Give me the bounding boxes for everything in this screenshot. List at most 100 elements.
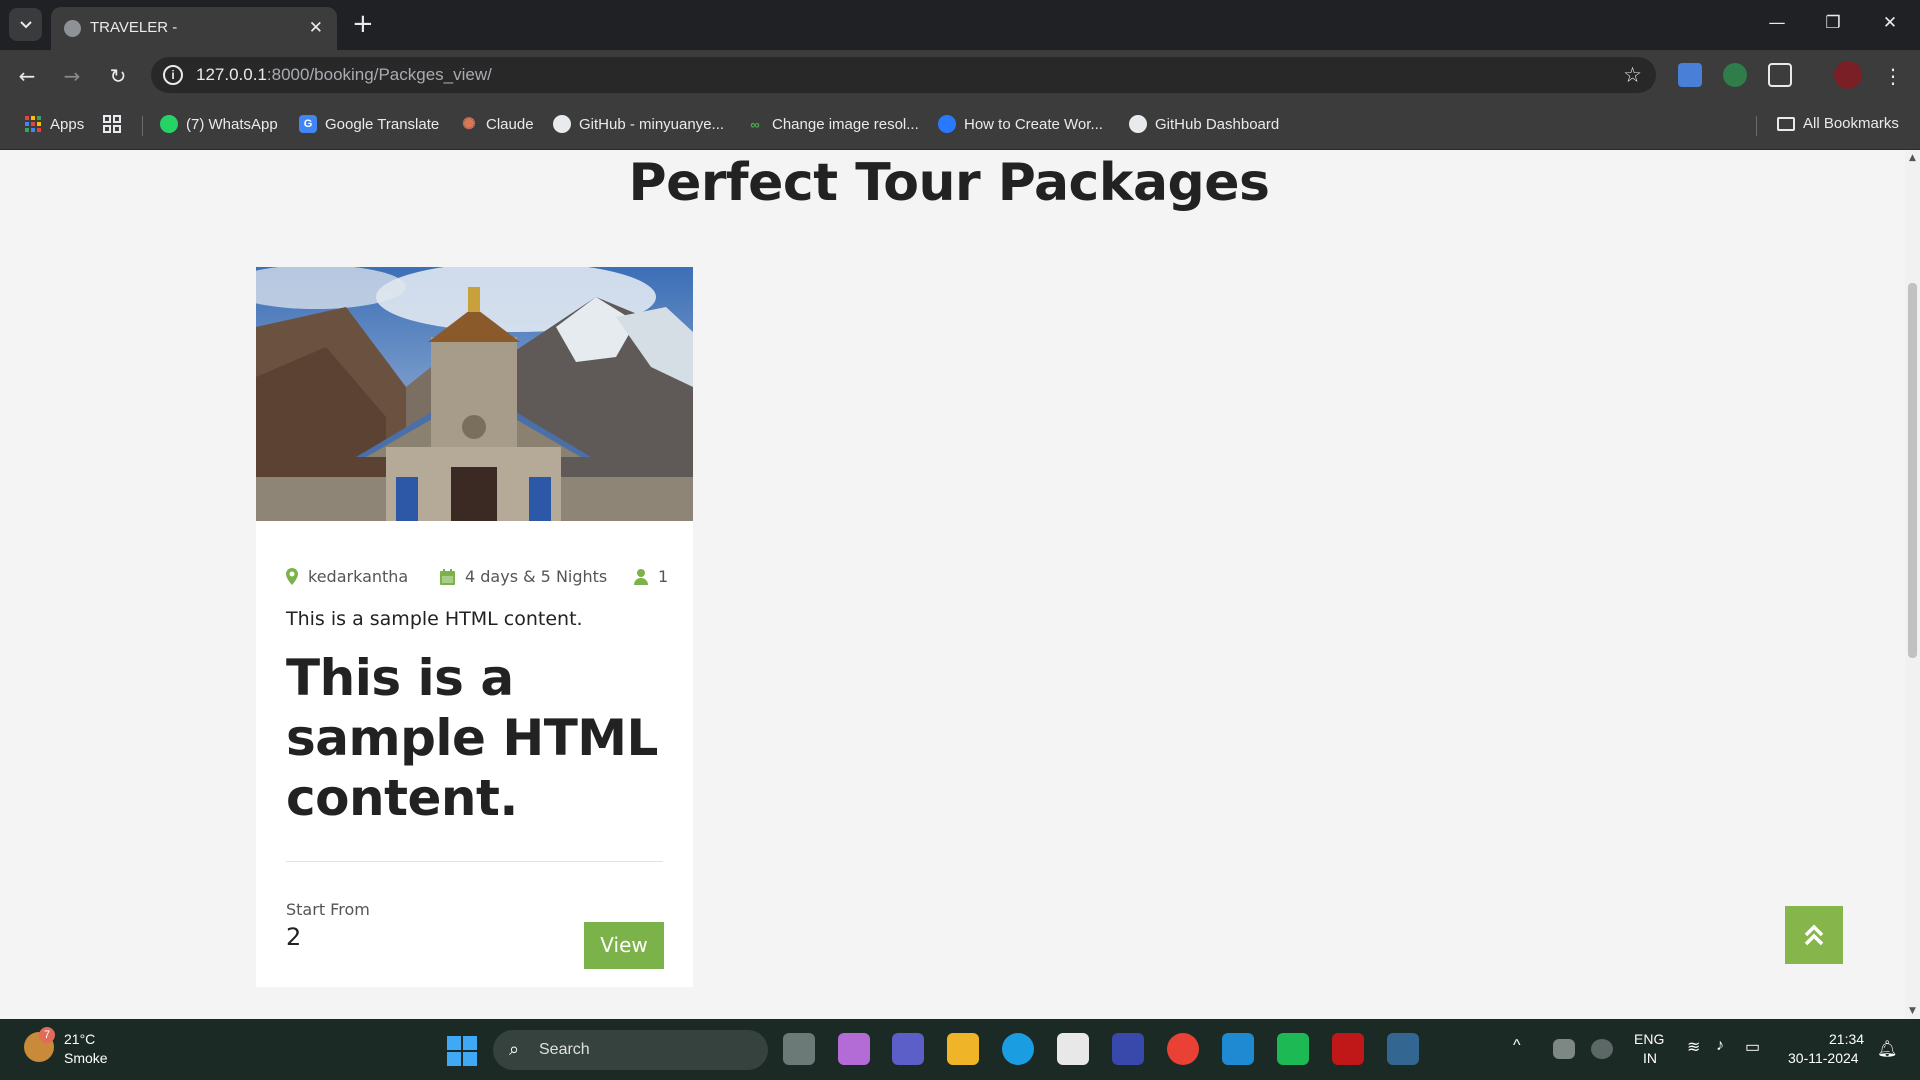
app-icon[interactable] bbox=[1112, 1033, 1144, 1065]
bookmark-label: Change image resol... bbox=[772, 115, 919, 133]
bookmark-whatsapp[interactable]: (7) WhatsApp bbox=[160, 115, 278, 133]
google-translate-extension-icon[interactable] bbox=[1678, 63, 1702, 87]
file-explorer-icon[interactable] bbox=[947, 1033, 979, 1065]
github-icon bbox=[1129, 115, 1147, 133]
bookmark-separator bbox=[1756, 116, 1757, 136]
bookmark-how-to-create[interactable]: How to Create Wor... bbox=[938, 115, 1103, 133]
show-hidden-icons-icon[interactable]: ^ bbox=[1513, 1037, 1521, 1055]
user-icon bbox=[634, 568, 648, 585]
price-value: 2 bbox=[286, 923, 302, 951]
weather-alert-badge: 7 bbox=[39, 1027, 55, 1043]
duration-text: 4 days & 5 Nights bbox=[465, 567, 608, 586]
double-chevron-up-icon bbox=[1804, 924, 1824, 946]
wifi-icon[interactable]: ≋ bbox=[1687, 1037, 1700, 1057]
temple-mountain-image bbox=[256, 267, 693, 521]
windows-taskbar: 7 21°C Smoke ⌕ Search ^ ENG IN ≋ ♪ ▭ 21:… bbox=[0, 1019, 1920, 1080]
postgresql-icon[interactable] bbox=[1387, 1033, 1419, 1065]
url-host: 127.0.0.1 bbox=[196, 65, 267, 84]
chat-app-icon[interactable] bbox=[1277, 1033, 1309, 1065]
task-view-icon[interactable] bbox=[783, 1033, 815, 1065]
volume-icon[interactable]: ♪ bbox=[1716, 1037, 1724, 1055]
google-translate-icon: G bbox=[299, 115, 317, 133]
bookmark-label: Apps bbox=[50, 115, 85, 133]
extension-eye-icon[interactable] bbox=[1723, 63, 1747, 87]
claude-icon: ✺ bbox=[462, 116, 476, 133]
vscode-icon[interactable] bbox=[1222, 1033, 1254, 1065]
package-image[interactable] bbox=[256, 267, 693, 521]
new-tab-button[interactable]: + bbox=[352, 10, 374, 38]
bookmark-google-translate[interactable]: G Google Translate bbox=[299, 115, 439, 133]
scroll-down-arrow-icon[interactable]: ▼ bbox=[1908, 1006, 1917, 1016]
bookmark-label: GitHub - minyuanye... bbox=[579, 115, 725, 133]
bookmark-apps[interactable]: Apps bbox=[24, 115, 84, 133]
notification-bell-icon[interactable]: 🔔︎ bbox=[1877, 1039, 1897, 1059]
mcafee-icon[interactable] bbox=[1332, 1033, 1364, 1065]
card-divider bbox=[286, 861, 663, 862]
extensions-puzzle-icon[interactable] bbox=[1768, 63, 1792, 87]
whatsapp-icon bbox=[160, 115, 178, 133]
view-package-button[interactable]: View bbox=[584, 922, 664, 969]
bookmark-github-dashboard[interactable]: GitHub Dashboard bbox=[1129, 115, 1279, 133]
weather-temperature[interactable]: 21°C bbox=[64, 1031, 95, 1047]
back-button[interactable]: ← bbox=[14, 63, 40, 89]
search-icon: ⌕ bbox=[509, 1039, 520, 1060]
forward-button[interactable]: → bbox=[59, 63, 85, 89]
all-bookmarks-label: All Bookmarks bbox=[1803, 115, 1899, 132]
start-button[interactable] bbox=[447, 1036, 477, 1066]
bookmark-separator bbox=[142, 116, 143, 136]
bookmark-label: Claude bbox=[486, 115, 534, 133]
copilot-icon[interactable] bbox=[838, 1033, 870, 1065]
url-text[interactable]: 127.0.0.1:8000/booking/Packges_view/ bbox=[196, 65, 492, 85]
bookmark-star-icon[interactable]: ☆ bbox=[1623, 63, 1642, 87]
folder-icon bbox=[1777, 116, 1795, 131]
battery-icon[interactable]: ▭ bbox=[1745, 1037, 1760, 1057]
all-bookmarks-button[interactable]: All Bookmarks bbox=[1777, 115, 1899, 132]
taskbar-search-placeholder: Search bbox=[539, 1041, 590, 1058]
tab-search-button[interactable] bbox=[9, 8, 42, 41]
package-title: This is a sample HTML content. bbox=[286, 649, 658, 827]
package-persons: 1 bbox=[634, 567, 668, 586]
site-info-icon[interactable]: i bbox=[163, 65, 183, 85]
taskbar-search-box[interactable]: ⌕ Search bbox=[493, 1030, 768, 1070]
browser-menu-icon[interactable]: ⋮ bbox=[1880, 63, 1906, 89]
site-favicon-icon bbox=[938, 115, 956, 133]
language-code[interactable]: ENG bbox=[1634, 1031, 1664, 1047]
tab-title: TRAVELER - bbox=[90, 19, 178, 36]
bookmark-claude[interactable]: ✺ Claude bbox=[460, 115, 534, 134]
bookmark-label: GitHub Dashboard bbox=[1155, 115, 1280, 133]
package-location: kedarkantha bbox=[286, 567, 408, 586]
browser-tab-active[interactable]: TRAVELER - ✕ bbox=[51, 7, 337, 50]
page-title: Perfect Tour Packages bbox=[628, 153, 1271, 213]
close-window-button[interactable]: ✕ bbox=[1876, 13, 1904, 37]
back-to-top-button[interactable] bbox=[1785, 906, 1843, 964]
tab-groups-icon[interactable] bbox=[103, 115, 121, 133]
restore-button[interactable]: ❐ bbox=[1819, 13, 1847, 37]
bookmark-label: Google Translate bbox=[325, 115, 440, 133]
scrollbar-thumb[interactable] bbox=[1908, 283, 1917, 658]
close-tab-icon[interactable]: ✕ bbox=[309, 18, 323, 38]
minimize-button[interactable]: — bbox=[1763, 13, 1791, 37]
profile-avatar[interactable] bbox=[1834, 61, 1862, 89]
page-scrollbar[interactable]: ▲ ▼ bbox=[1905, 151, 1920, 1019]
location-text: kedarkantha bbox=[308, 567, 409, 586]
teams-icon[interactable] bbox=[892, 1033, 924, 1065]
clock-date[interactable]: 30-11-2024 bbox=[1788, 1050, 1859, 1066]
address-bar[interactable]: i 127.0.0.1:8000/booking/Packges_view/ ☆ bbox=[151, 57, 1656, 93]
bookmark-github-minyuanye[interactable]: GitHub - minyuanye... bbox=[553, 115, 724, 133]
bookmark-change-image-resolution[interactable]: ∞ Change image resol... bbox=[746, 115, 919, 133]
clock-time[interactable]: 21:34 bbox=[1829, 1031, 1864, 1047]
scroll-up-arrow-icon[interactable]: ▲ bbox=[1908, 153, 1917, 163]
github-icon bbox=[553, 115, 571, 133]
persons-count: 1 bbox=[658, 567, 669, 586]
weather-description[interactable]: Smoke bbox=[64, 1050, 108, 1066]
onedrive-icon[interactable] bbox=[1553, 1039, 1575, 1059]
url-path: :8000/booking/Packges_view/ bbox=[266, 65, 492, 84]
page-viewport: Perfect Tour Packages kedarkantha 4 days… bbox=[0, 151, 1905, 1019]
reload-button[interactable]: ↻ bbox=[105, 63, 131, 89]
package-short-description: This is a sample HTML content. bbox=[286, 608, 583, 630]
chrome-icon[interactable] bbox=[1167, 1033, 1199, 1065]
sync-icon[interactable] bbox=[1591, 1039, 1613, 1059]
edge-icon[interactable] bbox=[1002, 1033, 1034, 1065]
language-region[interactable]: IN bbox=[1643, 1050, 1657, 1066]
microsoft-store-icon[interactable] bbox=[1057, 1033, 1089, 1065]
